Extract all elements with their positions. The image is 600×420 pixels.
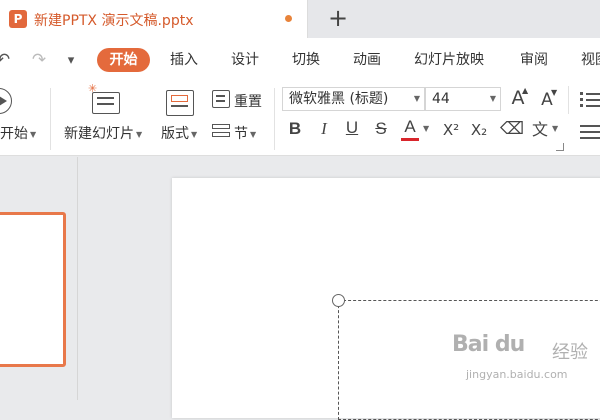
- reset-button[interactable]: 重置: [234, 91, 262, 111]
- font-name-value: 微软雅黑 (标题): [289, 91, 389, 107]
- section-icon[interactable]: [212, 121, 230, 139]
- new-slide-star-icon: ✳: [88, 82, 98, 95]
- clear-format-button[interactable]: ⌫: [500, 118, 524, 140]
- tab-animations[interactable]: 动画: [353, 48, 381, 72]
- font-name-select[interactable]: 微软雅黑 (标题) ▼: [282, 87, 425, 111]
- font-dialog-launcher-icon[interactable]: [556, 143, 564, 151]
- tab-view[interactable]: 视图: [581, 48, 600, 72]
- font-color-button[interactable]: A: [400, 117, 420, 137]
- chevron-down-icon: ▼: [489, 94, 496, 103]
- presentation-app-icon: P: [9, 10, 27, 28]
- redo-icon[interactable]: ↷: [30, 49, 48, 71]
- chevron-down-icon: ▼: [191, 129, 198, 139]
- tab-review[interactable]: 审阅: [520, 48, 548, 72]
- section-label: 节: [234, 126, 248, 142]
- tab-bar: P 新建PPTX 演示文稿.pptx +: [0, 0, 600, 38]
- tab-home[interactable]: 开始: [97, 48, 150, 72]
- new-slide-button[interactable]: 新建幻灯片 ▼: [64, 123, 142, 143]
- strikethrough-button[interactable]: S: [372, 119, 390, 139]
- font-color-bar: [401, 138, 419, 141]
- group-divider: [568, 86, 569, 114]
- subscript-button[interactable]: X₂: [468, 119, 490, 141]
- new-slide-icon[interactable]: [92, 92, 120, 114]
- bold-button[interactable]: B: [286, 119, 304, 139]
- paragraph-indent-icon[interactable]: [580, 124, 600, 139]
- font-size-select[interactable]: 44 ▼: [425, 87, 501, 111]
- baidu-watermark: Bai du 经验 jingyan.baidu.com: [452, 332, 600, 386]
- italic-button[interactable]: I: [315, 119, 333, 139]
- shrink-arrow-icon: ▼: [551, 88, 558, 97]
- unsaved-indicator-icon[interactable]: [285, 15, 292, 22]
- chevron-down-icon[interactable]: ▼: [552, 124, 558, 133]
- tab-insert[interactable]: 插入: [170, 48, 198, 72]
- underline-button[interactable]: U: [343, 118, 361, 138]
- group-divider: [50, 88, 51, 150]
- new-slide-label: 新建幻灯片: [64, 126, 134, 142]
- customize-toolbar-icon[interactable]: ▾: [63, 50, 79, 72]
- grow-arrow-icon: ▲: [522, 86, 529, 95]
- phonetic-guide-button[interactable]: 文: [530, 119, 550, 141]
- chevron-down-icon: ▼: [136, 129, 143, 139]
- watermark-brand-suffix: 经验: [552, 342, 588, 363]
- superscript-button[interactable]: X²: [440, 119, 462, 141]
- new-tab-button[interactable]: +: [324, 4, 352, 34]
- layout-button[interactable]: 版式 ▼: [161, 123, 197, 143]
- watermark-brand: Bai du: [452, 332, 525, 357]
- start-slideshow-button[interactable]: 开始 ▼: [0, 123, 36, 143]
- document-title: 新建PPTX 演示文稿.pptx: [34, 13, 194, 29]
- watermark-url: jingyan.baidu.com: [466, 368, 568, 381]
- reset-icon[interactable]: [212, 90, 230, 108]
- undo-icon[interactable]: ↶: [0, 49, 12, 71]
- slide-thumbnail[interactable]: [0, 212, 66, 367]
- chevron-down-icon: ▼: [30, 129, 37, 139]
- layout-label: 版式: [161, 126, 189, 142]
- tab-design[interactable]: 设计: [231, 48, 259, 72]
- chevron-down-icon[interactable]: ▼: [423, 124, 429, 133]
- tab-slideshow[interactable]: 幻灯片放映: [414, 48, 484, 72]
- start-slideshow-label: 开始: [0, 126, 28, 142]
- group-divider: [274, 88, 275, 150]
- chevron-down-icon: ▼: [250, 129, 257, 139]
- font-size-value: 44: [432, 91, 450, 107]
- bullets-icon[interactable]: [580, 92, 600, 107]
- resize-handle[interactable]: [332, 294, 345, 307]
- document-tab[interactable]: P 新建PPTX 演示文稿.pptx: [0, 0, 308, 38]
- tab-transitions[interactable]: 切换: [292, 48, 320, 72]
- chevron-down-icon: ▼: [413, 94, 420, 103]
- layout-icon[interactable]: [166, 90, 194, 116]
- section-button[interactable]: 节 ▼: [234, 123, 256, 143]
